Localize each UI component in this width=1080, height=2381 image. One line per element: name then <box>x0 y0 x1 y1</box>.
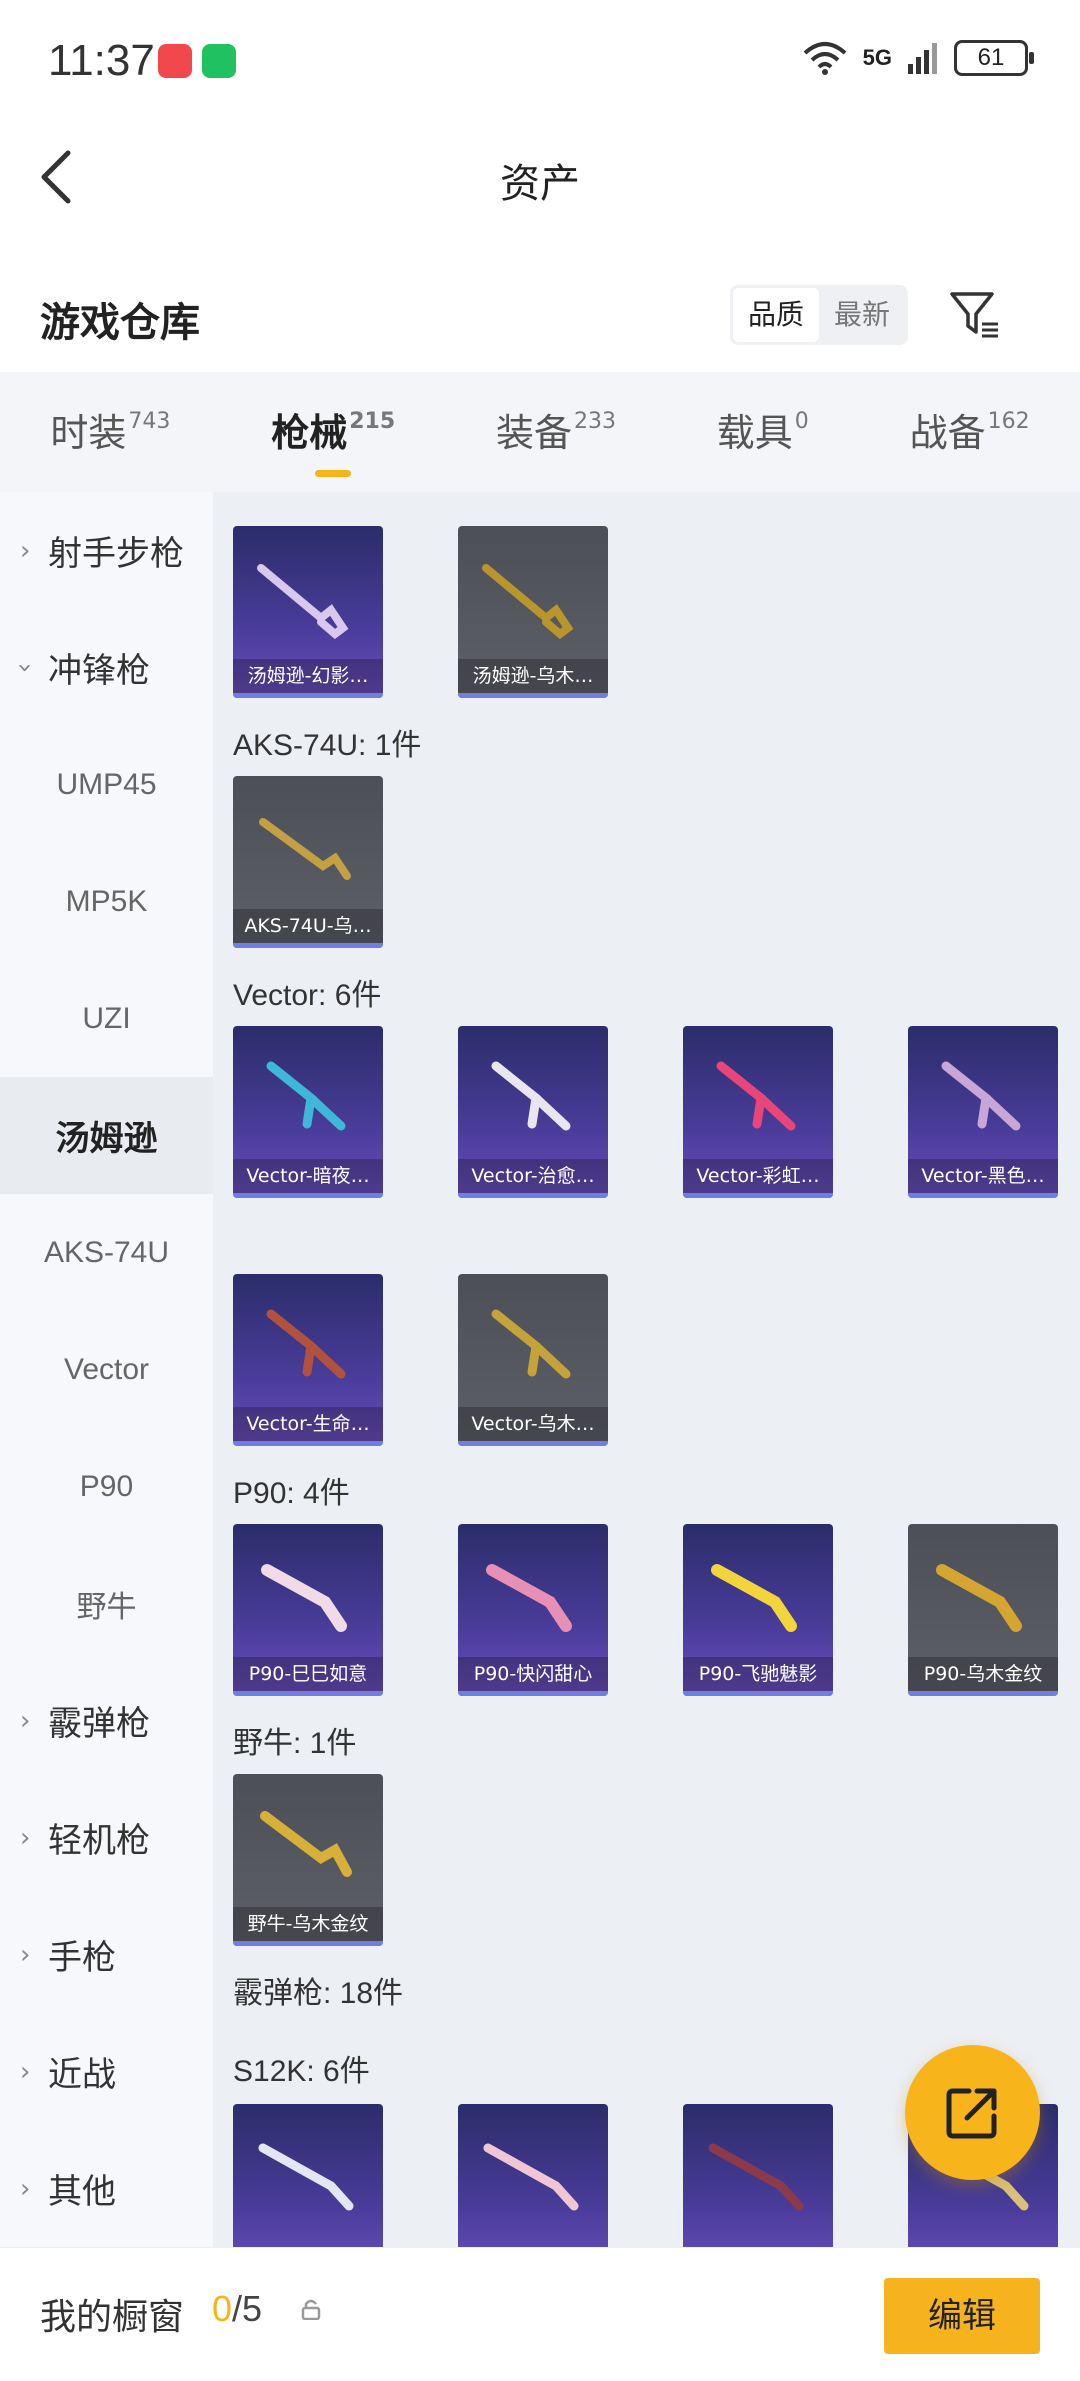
sidebar-item-shotgun[interactable]: › 霰弹枪 <box>0 1662 213 1779</box>
edit-button[interactable]: 编辑 <box>884 2278 1040 2354</box>
item-card[interactable]: P90-巳巳如意 <box>233 1524 383 1696</box>
filter-icon[interactable] <box>948 288 1002 342</box>
sidebar-item-lmg[interactable]: › 轻机枪 <box>0 1779 213 1896</box>
item-card[interactable]: P90-乌木金纹 <box>908 1524 1058 1696</box>
status-time: 11:37 <box>48 36 155 85</box>
sidebar-item-bizon[interactable]: 野牛 <box>0 1545 213 1662</box>
item-card[interactable]: 野牛-乌木金纹 <box>233 1774 383 1946</box>
item-card[interactable]: Vector-暗夜… <box>233 1026 383 1198</box>
sidebar-item-pistol[interactable]: › 手枪 <box>0 1896 213 2013</box>
gun-image <box>716 1061 796 1131</box>
gun-image <box>260 1811 352 1877</box>
chevron-right-icon: › <box>20 535 31 566</box>
tab-underline <box>315 470 352 477</box>
gun-image <box>941 1061 1021 1131</box>
item-card[interactable] <box>458 2104 608 2247</box>
group-label: Vector: 6件 <box>233 979 382 1012</box>
shop-app-icon <box>158 44 192 78</box>
sidebar-item-thompson[interactable]: 汤姆逊 <box>0 1077 213 1194</box>
sidebar-item-mp5k[interactable]: MP5K <box>0 843 213 960</box>
gun-image <box>486 1564 572 1632</box>
gun-image <box>266 1309 346 1379</box>
item-card[interactable]: Vector-治愈… <box>458 1026 608 1198</box>
item-card[interactable]: Vector-生命… <box>233 1274 383 1446</box>
tab-equipment[interactable]: 装备233 <box>496 372 616 492</box>
item-card[interactable]: Vector-黑色… <box>908 1026 1058 1198</box>
category-sidebar: › 射手步枪 › 冲锋枪 UMP45 MP5K UZI 汤姆逊 AKS-74U Ve… <box>0 492 213 2247</box>
sidebar-item-vector[interactable]: Vector <box>0 1311 213 1428</box>
tab-firearms[interactable]: 枪械215 <box>271 372 395 492</box>
sidebar-item-melee[interactable]: › 近战 <box>0 2013 213 2130</box>
sidebar-item-p90[interactable]: P90 <box>0 1428 213 1545</box>
tab-fashion[interactable]: 时装743 <box>50 372 170 492</box>
chevron-right-icon: › <box>20 1705 31 1736</box>
tab-vehicles[interactable]: 载具0 <box>717 372 809 492</box>
store-title: 游戏仓库 <box>40 300 200 346</box>
chevron-right-icon: › <box>20 1939 31 1970</box>
gun-image <box>482 564 574 640</box>
chevron-right-icon: › <box>20 2056 31 2087</box>
sidebar-item-uzi[interactable]: UZI <box>0 960 213 1077</box>
share-icon <box>946 2088 997 2139</box>
network-type: 5G <box>862 45 892 70</box>
chevron-down-icon: › <box>10 662 41 673</box>
group-label: S12K: 6件 <box>233 2055 370 2088</box>
chevron-right-icon: › <box>20 1822 31 1853</box>
gun-image <box>483 2143 579 2211</box>
chevron-right-icon: › <box>20 2173 31 2204</box>
gun-image <box>936 1564 1022 1632</box>
wechat-icon <box>202 44 236 78</box>
sort-quality-button[interactable]: 品质 <box>733 288 819 342</box>
group-label: AKS-74U: 1件 <box>233 729 422 762</box>
page-title: 资产 <box>500 161 580 207</box>
item-card[interactable]: P90-飞驰魅影 <box>683 1524 833 1696</box>
gun-image <box>491 1309 571 1379</box>
showcase-bar: 我的橱窗 0/5 编辑 <box>0 2247 1080 2381</box>
gun-image <box>259 818 351 880</box>
sort-toggle: 品质 最新 <box>730 285 908 345</box>
sidebar-item-aks74u[interactable]: AKS-74U <box>0 1194 213 1311</box>
gun-image <box>257 564 349 640</box>
lock-icon <box>301 2299 321 2320</box>
showcase-label: 我的橱窗 <box>40 2297 185 2338</box>
item-card[interactable]: 汤姆逊-幻影… <box>233 526 383 698</box>
gun-image <box>708 2143 804 2211</box>
sidebar-item-smg[interactable]: › 冲锋枪 <box>0 609 213 726</box>
signal-icon <box>908 43 937 74</box>
showcase-count: 0/5 <box>212 2288 263 2329</box>
status-bar: 11:37 5G 61 <box>0 0 1080 125</box>
category-tabs: 时装743 枪械215 装备233 载具0 战备162 <box>0 372 1080 492</box>
share-button[interactable] <box>905 2045 1040 2180</box>
wifi-icon <box>803 42 846 75</box>
gun-image <box>258 2143 354 2211</box>
tab-supplies[interactable]: 战备162 <box>910 372 1030 492</box>
item-card[interactable] <box>233 2104 383 2247</box>
item-card[interactable]: 汤姆逊-乌木… <box>458 526 608 698</box>
gun-image <box>266 1061 346 1131</box>
sidebar-item-other[interactable]: › 其他 <box>0 2130 213 2247</box>
group-label: 霰弹枪: 18件 <box>233 1977 404 2010</box>
gun-image <box>261 1564 347 1632</box>
gun-image <box>711 1564 797 1632</box>
item-card[interactable]: AKS-74U-乌… <box>233 776 383 948</box>
item-card[interactable]: Vector-彩虹… <box>683 1026 833 1198</box>
store-header: 游戏仓库 品质 最新 <box>0 250 1080 370</box>
group-label: 野牛: 1件 <box>233 1727 357 1760</box>
item-card[interactable]: Vector-乌木… <box>458 1274 608 1446</box>
item-grid: 汤姆逊-幻影… 汤姆逊-乌木… AKS-74U: 1件 AKS-74U-乌… V… <box>213 492 1080 2247</box>
sidebar-item-marksman-rifle[interactable]: › 射手步枪 <box>0 492 213 609</box>
status-indicators: 5G 61 <box>803 40 1034 76</box>
battery-icon: 61 <box>954 40 1034 76</box>
gun-image <box>491 1061 571 1131</box>
group-label: P90: 4件 <box>233 1477 350 1510</box>
title-bar: 资产 <box>0 125 1080 230</box>
sidebar-item-ump45[interactable]: UMP45 <box>0 726 213 843</box>
item-card[interactable] <box>683 2104 833 2247</box>
sort-newest-button[interactable]: 最新 <box>819 288 905 342</box>
item-card[interactable]: P90-快闪甜心 <box>458 1524 608 1696</box>
